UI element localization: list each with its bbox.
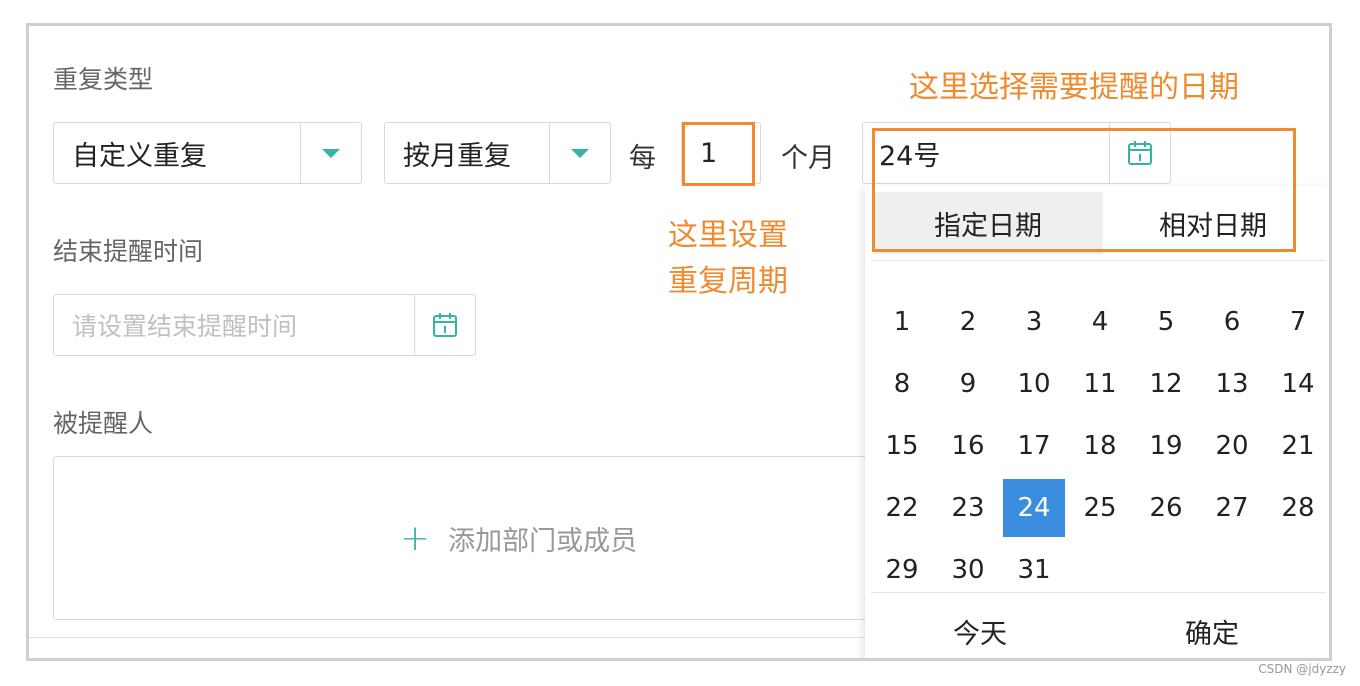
day-cell[interactable]: 12 [1135,355,1197,413]
day-cell[interactable]: 11 [1069,355,1131,413]
day-cell[interactable]: 31 [1003,541,1065,599]
confirm-button[interactable]: 确定 [1157,606,1267,656]
calendar-icon [433,313,457,337]
date-hint-annotation: 这里选择需要提醒的日期 [909,70,1239,105]
day-cell[interactable]: 25 [1069,479,1131,537]
day-cell[interactable]: 7 [1267,293,1329,351]
divider [871,592,1326,593]
day-cell[interactable]: 20 [1201,417,1263,475]
end-time-input[interactable]: 请设置结束提醒时间 [53,294,476,356]
repeat-unit-value: 按月重复 [403,140,511,172]
day-cell-selected[interactable]: 24 [1003,479,1065,537]
day-cell[interactable]: 27 [1201,479,1263,537]
day-cell[interactable]: 14 [1267,355,1329,413]
end-time-label: 结束提醒时间 [53,237,204,266]
add-member-button[interactable]: + 添加部门或成员 [400,457,637,619]
divider [29,637,869,638]
day-cell[interactable]: 9 [937,355,999,413]
day-cell[interactable]: 8 [871,355,933,413]
repeat-mode-dropdown-button[interactable] [300,123,361,183]
caret-down-icon [322,148,340,158]
every-label: 每 [629,143,656,174]
day-grid: 1 2 3 4 5 6 7 8 9 10 11 12 13 14 15 16 17 18 19 20 21 22 23 24 2… [865,186,1329,658]
day-cell[interactable]: 18 [1069,417,1131,475]
plus-icon: + [400,517,431,559]
add-member-label: 添加部门或成员 [448,525,638,557]
date-picker-popup: 指定日期 相对日期 1 2 3 4 5 6 7 8 9 10 11 12 13 14 15 16 17 18 19 2… [865,186,1329,658]
reminder-settings-panel: 重复类型 自定义重复 按月重复 每 1 个月 24号 这里选择需要提醒的日期 这… [26,23,1332,661]
day-cell[interactable]: 15 [871,417,933,475]
day-cell[interactable]: 13 [1201,355,1263,413]
day-cell[interactable]: 16 [937,417,999,475]
day-cell[interactable]: 5 [1135,293,1197,351]
day-cell[interactable]: 22 [871,479,933,537]
day-cell[interactable]: 6 [1201,293,1263,351]
day-cell[interactable]: 10 [1003,355,1065,413]
day-cell[interactable]: 26 [1135,479,1197,537]
end-time-picker-toggle[interactable] [414,295,475,355]
period-hint-line2: 重复周期 [668,264,788,299]
day-cell[interactable]: 17 [1003,417,1065,475]
day-cell[interactable]: 29 [871,541,933,599]
day-cell[interactable]: 23 [937,479,999,537]
period-hint-line1: 这里设置 [668,218,788,253]
today-button[interactable]: 今天 [925,606,1035,656]
end-time-placeholder: 请设置结束提醒时间 [72,312,298,341]
day-cell[interactable]: 21 [1267,417,1329,475]
date-selection-highlight-box [872,128,1296,252]
repeat-unit-dropdown-button[interactable] [549,123,610,183]
caret-down-icon [571,148,589,158]
repeat-mode-select[interactable]: 自定义重复 [53,122,362,184]
repeat-mode-value: 自定义重复 [72,140,207,172]
day-cell[interactable]: 19 [1135,417,1197,475]
repeat-unit-select[interactable]: 按月重复 [384,122,611,184]
watermark: CSDN @jdyzzy [1258,662,1346,676]
day-cell[interactable]: 4 [1069,293,1131,351]
day-cell[interactable]: 30 [937,541,999,599]
day-cell[interactable]: 1 [871,293,933,351]
day-cell[interactable]: 28 [1267,479,1329,537]
interval-unit-label: 个月 [781,143,835,174]
day-cell[interactable]: 3 [1003,293,1065,351]
repeat-type-label: 重复类型 [53,65,154,94]
reminded-people-label: 被提醒人 [53,409,154,438]
day-cell[interactable]: 2 [937,293,999,351]
interval-highlight-box [682,122,755,186]
